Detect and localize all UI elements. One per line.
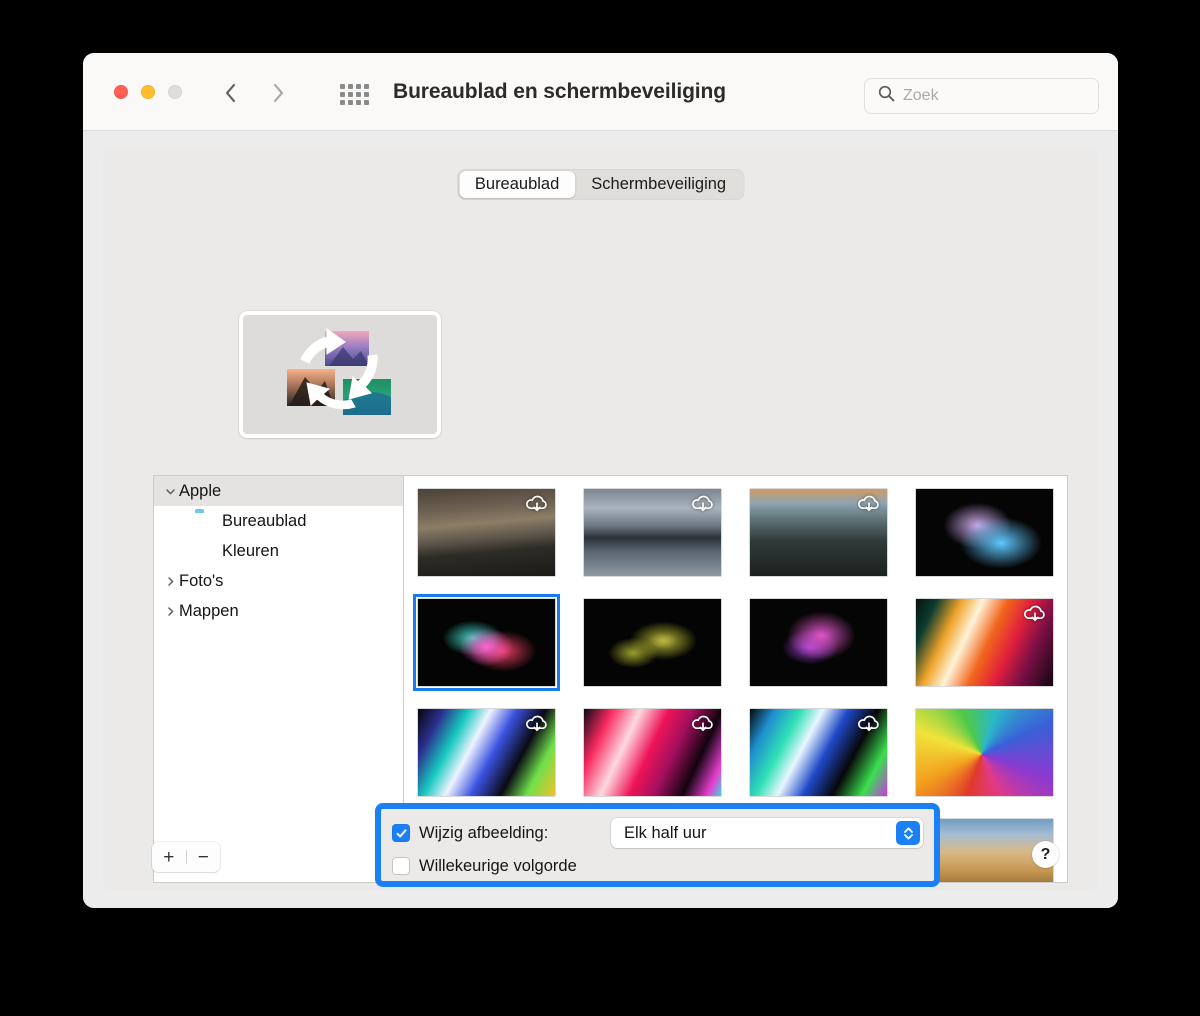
wallpaper-thumbnail[interactable]: [750, 709, 887, 796]
window-titlebar: Bureaublad en schermbeveiliging Zoek: [83, 53, 1118, 131]
tab-bureaublad[interactable]: Bureaublad: [458, 171, 576, 198]
wallpaper-thumbnail[interactable]: [916, 489, 1053, 576]
folder-icon: [195, 512, 214, 531]
help-button[interactable]: ?: [1032, 841, 1059, 868]
flower-yellow-daisies: [584, 599, 721, 686]
chevron-up-down-icon[interactable]: [896, 821, 920, 845]
interval-value: Elk half uur: [624, 823, 707, 842]
tab-bar: Bureaublad Schermbeveiliging: [456, 169, 745, 200]
interval-popup-button[interactable]: Elk half uur: [611, 818, 923, 848]
source-list[interactable]: Apple Bureaublad Kleuren Foto's Mappen: [153, 475, 403, 883]
change-picture-row: Wijzig afbeelding: Elk half uur: [392, 818, 923, 848]
flower-magenta-spiky: [413, 594, 560, 691]
forward-button[interactable]: [265, 79, 291, 107]
add-folder-button[interactable]: +: [152, 842, 186, 872]
color-burst-swirl: [916, 709, 1053, 796]
wallpaper-thumbnail[interactable]: [750, 599, 887, 686]
preferences-panel: Bureaublad Schermbeveiliging Apple Burea…: [103, 148, 1098, 890]
change-picture-label: Wijzig afbeelding:: [419, 823, 549, 842]
wallpaper-thumbnail[interactable]: [916, 599, 1053, 686]
page-title: Bureaublad en schermbeveiliging: [393, 80, 726, 103]
tree-pink-blossom: [750, 599, 887, 686]
chevron-right-icon[interactable]: [162, 576, 179, 587]
sidebar-item-kleuren[interactable]: Kleuren: [154, 536, 403, 566]
wallpaper-thumbnail[interactable]: [418, 709, 555, 796]
island-seascape: [584, 489, 721, 576]
ocean-sunset-dark: [418, 489, 555, 576]
flowers-blue-blossoms: [916, 489, 1053, 576]
random-order-label: Willekeurige volgorde: [419, 856, 577, 875]
search-input[interactable]: Zoek: [864, 78, 1099, 114]
tab-schermbeveiliging[interactable]: Schermbeveiliging: [575, 171, 742, 198]
wallpaper-thumbnail[interactable]: [916, 709, 1053, 796]
wallpaper-thumbnail[interactable]: [584, 599, 721, 686]
chevron-right-icon[interactable]: [162, 606, 179, 617]
chevron-left-icon: [224, 83, 237, 103]
wallpaper-thumbnail[interactable]: [413, 594, 560, 691]
sidebar-item-mappen[interactable]: Mappen: [154, 596, 403, 626]
sidebar-item-bureaublad[interactable]: Bureaublad: [154, 506, 403, 536]
sidebar-item-fotos[interactable]: Foto's: [154, 566, 403, 596]
zoom-button[interactable]: [168, 85, 182, 99]
change-picture-checkbox[interactable]: [392, 824, 410, 842]
window-content: Bureaublad Schermbeveiliging Apple Burea…: [83, 131, 1118, 908]
close-button[interactable]: [114, 85, 128, 99]
search-placeholder: Zoek: [903, 87, 939, 104]
abstract-pink-flow: [584, 709, 721, 796]
random-order-checkbox[interactable]: [392, 857, 410, 875]
wallpaper-thumbnail[interactable]: [584, 709, 721, 796]
abstract-green-flow: [750, 709, 887, 796]
rotation-options-group: Wijzig afbeelding: Elk half uur Willekeu…: [375, 803, 940, 887]
wallpaper-thumbnail[interactable]: [418, 489, 555, 576]
wallpaper-thumbnail[interactable]: [584, 489, 721, 576]
show-all-grid-icon[interactable]: [340, 83, 370, 105]
chevron-down-icon[interactable]: [162, 486, 179, 497]
desktop-preview-thumbnail[interactable]: [239, 311, 441, 438]
coastal-fog-cliffs: [750, 489, 887, 576]
minimize-button[interactable]: [141, 85, 155, 99]
sidebar-item-label: Bureaublad: [222, 511, 307, 530]
wallpaper-thumbnail[interactable]: [750, 489, 887, 576]
chevron-right-icon: [272, 83, 285, 103]
search-icon: [878, 85, 895, 107]
sidebar-item-label: Kleuren: [222, 541, 279, 560]
sidebar-item-label: Apple: [179, 481, 222, 500]
back-button[interactable]: [217, 79, 243, 107]
remove-folder-button[interactable]: −: [187, 842, 221, 872]
abstract-warm-flow: [916, 599, 1053, 686]
sidebar-item-apple[interactable]: Apple: [154, 476, 403, 506]
preferences-window: Bureaublad en schermbeveiliging Zoek Bur…: [83, 53, 1118, 908]
color-wheel-icon: [195, 542, 214, 561]
random-order-row: Willekeurige volgorde: [392, 851, 923, 881]
sidebar-item-label: Foto's: [179, 571, 224, 590]
add-remove-source-buttons[interactable]: + −: [152, 842, 220, 872]
abstract-cyan-flow: [418, 709, 555, 796]
sidebar-item-label: Mappen: [179, 601, 239, 620]
